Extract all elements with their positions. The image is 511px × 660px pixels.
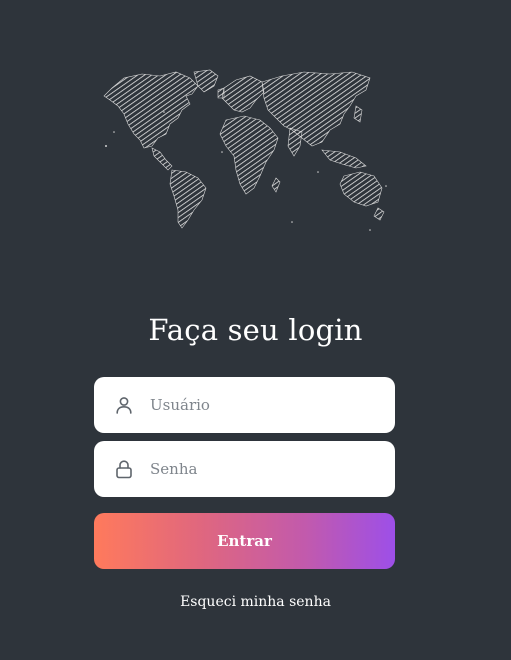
world-map-icon [103, 69, 387, 231]
username-input[interactable] [150, 385, 370, 425]
password-field[interactable] [94, 441, 395, 497]
forgot-password-link[interactable]: Esqueci minha senha [0, 594, 511, 610]
login-button[interactable]: Entrar [94, 513, 395, 569]
password-input[interactable] [150, 449, 370, 489]
username-field[interactable] [94, 377, 395, 433]
page-title: Faça seu login [148, 313, 363, 347]
lock-icon [114, 459, 134, 479]
user-icon [114, 395, 134, 415]
login-page: Faça seu login Entrar Esqueci minha senh… [0, 0, 511, 660]
